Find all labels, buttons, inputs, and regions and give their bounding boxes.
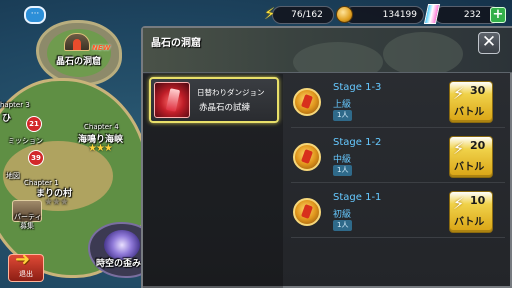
battle-cost: 10: [470, 194, 486, 207]
stage-player-count: 1人: [333, 110, 353, 121]
battle-label: バトル: [454, 217, 485, 228]
chat-button[interactable]: ···: [24, 6, 46, 24]
stage-player-count: 1人: [333, 165, 353, 176]
party-count-badge: 39: [28, 150, 44, 166]
dungeon-list: 日替わりダンジョン 赤晶石の試練: [143, 74, 283, 288]
crystal-value: 232: [463, 10, 481, 20]
stage-name: Stage 1-2: [333, 137, 382, 148]
battle-label: バトル: [454, 107, 485, 118]
stage-player-count: 1人: [333, 220, 353, 231]
exit-button[interactable]: ➜ 退出: [8, 249, 44, 282]
battle-label: バトル: [454, 162, 485, 173]
chapter1-stars: ★★★: [44, 197, 69, 208]
coin-display: 134199: [344, 6, 424, 24]
dungeon-name-label: 赤晶石の試練: [199, 103, 251, 113]
panel-title: 晶石の洞窟: [151, 38, 201, 49]
coin-value: 134199: [382, 10, 417, 20]
stage-name: Stage 1-1: [333, 192, 382, 203]
stage-medal-icon: [293, 88, 321, 116]
close-button[interactable]: ✕: [478, 32, 500, 54]
cave-icon[interactable]: [64, 33, 90, 51]
panel-header: 晶石の洞窟 ✕: [143, 28, 512, 73]
stage-medal-icon: [293, 198, 321, 226]
cave-island[interactable]: [36, 20, 122, 86]
dungeon-type-label: 日替わりダンジョン: [197, 88, 265, 97]
rift-label[interactable]: 時空の歪み: [96, 256, 141, 269]
stage-difficulty: 初級: [333, 210, 352, 220]
recruit-label[interactable]: 募集: [20, 221, 34, 231]
chapter3-label: hapter 3: [0, 101, 30, 109]
exit-label: 退出: [19, 270, 33, 278]
stage-difficulty: 中級: [333, 155, 352, 165]
add-crystal-button[interactable]: +: [490, 7, 506, 23]
mission-label[interactable]: ミッション: [8, 136, 43, 146]
dungeon-item-red-crystal[interactable]: 日替わりダンジョン 赤晶石の試練: [149, 77, 279, 123]
stage-name: Stage 1-3: [333, 82, 382, 93]
chapter1-small-label: 地図: [6, 172, 20, 180]
mission-count-badge: 21: [26, 116, 42, 132]
stamina-value: 76/162: [291, 10, 323, 20]
battle-button-stage-1-2[interactable]: ⚡ 20 バトル: [449, 136, 493, 178]
back-arrow-icon: ➜: [15, 249, 31, 270]
battle-button-stage-1-3[interactable]: ⚡ 30 バトル: [449, 81, 493, 123]
battle-button-stage-1-1[interactable]: ⚡ 10 バトル: [449, 191, 493, 233]
chapter4-label: Chapter 4: [84, 123, 119, 131]
battle-cost: 30: [470, 84, 486, 97]
stage-medal-icon: [293, 143, 321, 171]
dungeon-panel: 晶石の洞窟 ✕ 日替わりダンジョン 赤晶石の試練 Stage 1-3 上級 1人…: [141, 26, 512, 288]
lightning-icon: ⚡: [453, 84, 465, 103]
coin-icon: [336, 6, 353, 23]
lightning-icon: ⚡: [453, 139, 465, 158]
battle-cost: 20: [470, 139, 486, 152]
chapter3-place[interactable]: ひ: [2, 111, 11, 124]
chapter4-stars: ★★★: [88, 143, 113, 154]
new-badge: NEW: [92, 44, 111, 52]
red-crystal-icon: [154, 82, 190, 118]
lightning-icon: ⚡: [264, 4, 276, 23]
lightning-icon: ⚡: [453, 194, 465, 213]
stage-difficulty: 上級: [333, 100, 352, 110]
cave-location-label[interactable]: 晶石の洞窟: [56, 54, 101, 67]
